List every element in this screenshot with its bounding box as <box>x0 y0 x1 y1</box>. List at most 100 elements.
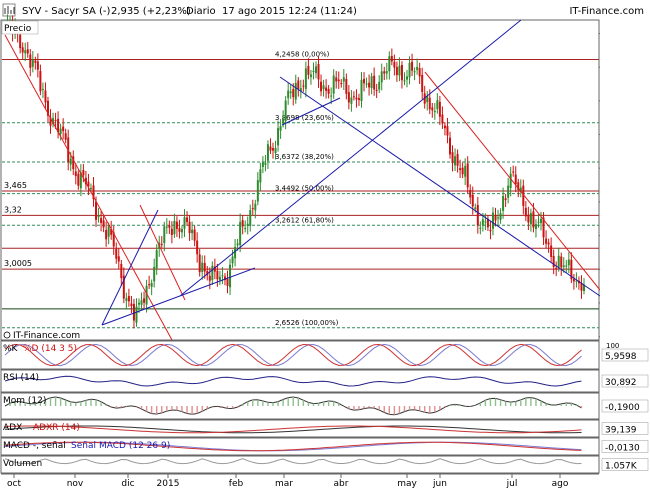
candle-body <box>567 259 570 266</box>
candle-body <box>504 198 507 201</box>
indicator-panel-vol[interactable]: Volumen 1.057K <box>0 455 649 474</box>
candle-body <box>380 71 383 83</box>
indicator-panel-rsi[interactable]: RSI (14) 30,892 <box>0 369 649 393</box>
header-icon[interactable] <box>2 3 16 17</box>
price-change: 2,935 (+2,23%) <box>111 6 191 17</box>
candle-body <box>529 213 532 225</box>
candle-body <box>95 201 98 220</box>
candle-body <box>143 298 146 303</box>
candle-body <box>360 79 363 102</box>
candle-body <box>325 87 328 92</box>
candle-body <box>416 66 419 71</box>
right-axis <box>600 20 650 490</box>
indicator-panel-stoch[interactable]: %K %D (14 3 5) 5,9598 100 <box>0 340 649 370</box>
candle-body <box>350 97 353 104</box>
candle-body <box>322 85 325 90</box>
x-tick-label: dic <box>121 479 134 489</box>
x-tick-label: mar <box>275 479 293 489</box>
indicator-label: MACD -, señal <box>3 441 66 451</box>
candle-body <box>284 100 287 122</box>
candle-body <box>41 88 44 90</box>
candle-body <box>363 78 366 84</box>
candle-body <box>82 169 85 176</box>
candle-body <box>117 256 120 262</box>
candle-body <box>484 221 487 223</box>
candle-body <box>431 107 434 111</box>
candle-body <box>562 265 565 267</box>
indicator-label: Volumen <box>3 459 42 469</box>
candle-body <box>193 229 196 241</box>
candle-body <box>370 76 373 88</box>
candle-body <box>292 89 295 98</box>
candle-body <box>77 173 80 186</box>
candle-body <box>251 208 254 210</box>
candle-body <box>105 229 108 240</box>
candle-body <box>282 118 285 124</box>
candle-body <box>481 219 484 226</box>
candle-body <box>335 77 338 82</box>
candle-body <box>403 80 406 82</box>
candle-body <box>198 254 201 273</box>
indicator-label: ADX <box>3 423 22 433</box>
candle-body <box>428 97 431 110</box>
candle-body <box>314 66 317 74</box>
candle-body <box>259 169 262 183</box>
candle-body <box>527 214 530 223</box>
candle-body <box>31 59 34 67</box>
indicator-panel-adx[interactable]: ADX ADXR (14) 39,139 <box>0 419 649 438</box>
candle-body <box>201 262 204 272</box>
candle-body <box>140 300 143 305</box>
candle-body <box>127 295 130 302</box>
candle-body <box>196 240 199 255</box>
candle-body <box>279 126 282 131</box>
candle-body <box>532 211 535 228</box>
indicator-panel-mom[interactable]: Mom (12) -0,1900 <box>0 392 649 420</box>
candle-body <box>378 82 381 90</box>
candle-body <box>332 75 335 94</box>
main-panel[interactable] <box>0 19 600 341</box>
candle-body <box>186 217 189 222</box>
level-label: 3,465 <box>4 181 27 190</box>
x-tick-label: feb <box>229 479 244 489</box>
candle-body <box>64 133 67 140</box>
candle-body <box>390 56 393 62</box>
candle-body <box>138 302 141 305</box>
candle-body <box>555 267 558 269</box>
candle-body <box>135 306 138 323</box>
candle-body <box>39 70 42 92</box>
candle-body <box>163 226 166 244</box>
candle-body <box>540 218 543 224</box>
candle-body <box>29 54 32 68</box>
candle-body <box>547 242 550 245</box>
candle-body <box>183 217 186 229</box>
level-label: 3,32 <box>4 205 22 214</box>
candle-body <box>115 248 118 259</box>
candle-body <box>524 207 527 217</box>
candle-body <box>507 185 510 198</box>
indicator-label: RSI (14) <box>3 373 39 383</box>
candle-body <box>385 71 388 74</box>
fib-label: 3,6372 (38,20%) <box>275 153 334 161</box>
candle-body <box>320 81 323 92</box>
candle-body <box>512 171 515 173</box>
x-tick-label: ago <box>552 479 569 489</box>
candle-body <box>345 78 348 94</box>
candle-body <box>24 50 27 54</box>
candle-body <box>340 83 343 85</box>
candle-body <box>229 264 232 288</box>
candle-body <box>347 92 350 103</box>
candle-body <box>153 266 156 282</box>
datetime-label: 17 ago 2015 12:24 (11:24) <box>222 6 357 17</box>
candle-body <box>545 238 548 244</box>
candle-body <box>312 70 315 73</box>
candle-body <box>246 223 249 227</box>
candle-body <box>274 147 277 153</box>
candle-body <box>383 71 386 74</box>
candle-body <box>249 210 252 226</box>
x-tick-label: may <box>397 479 417 489</box>
indicator-panel-macd[interactable]: MACD -, señal Señal MACD (12 26 9) -0,0130 <box>0 437 649 456</box>
candle-body <box>451 152 454 164</box>
candle-body <box>294 82 297 100</box>
stock-chart: SYV - Sacyr SA (-) 2,935 (+2,23%) Diario… <box>0 0 650 490</box>
candle-body <box>62 126 65 132</box>
